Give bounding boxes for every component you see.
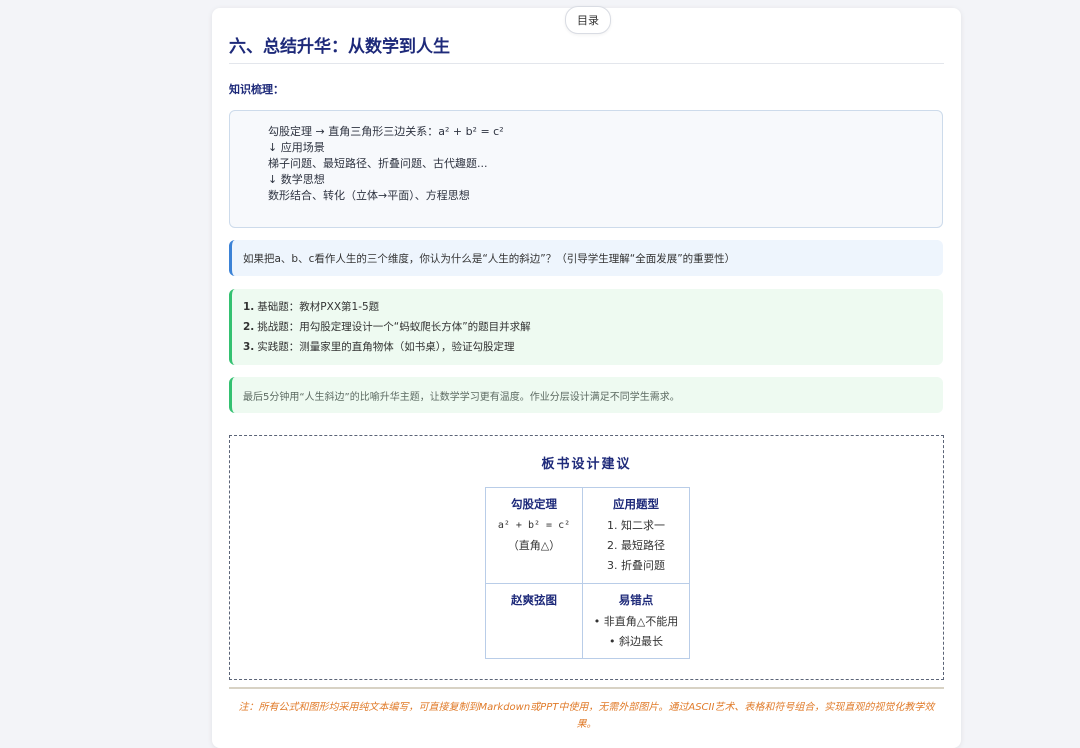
section-title: 六、总结升华：从数学到人生 [229, 37, 450, 57]
homework-callout: 1. 基础题：教材PXX第1-5题 2. 挑战题：用勾股定理设计一个“蚂蚁爬长方体”… [229, 289, 943, 365]
board-table: 勾股定理 a² + b² = c² （直角△） 应用题型 1. 知二求一 2. … [485, 487, 690, 659]
cell-line: （直角△） [507, 539, 561, 552]
homework-number: 3. [243, 341, 255, 353]
homework-number: 1. [243, 301, 255, 313]
board-cell-pitfalls: 易错点 • 非直角△不能用 • 斜边最长 [583, 592, 689, 652]
mindmap-line: 梯子问题、最短路径、折叠问题、古代趣题... [268, 157, 488, 170]
teacher-note-callout: 最后5分钟用“人生斜边”的比喻升华主题，让数学学习更有温度。作业分层设计满足不同… [229, 377, 943, 413]
homework-number: 2. [243, 321, 255, 333]
homework-item: 2. 挑战题：用勾股定理设计一个“蚂蚁爬长方体”的题目并求解 [243, 319, 943, 339]
cell-line: 1. 知二求一 [607, 519, 665, 532]
board-title: 板书设计建议 [541, 457, 632, 472]
mindmap-line: 勾股定理 → 直角三角形三边关系：a² + b² = c² [268, 125, 504, 138]
footer-note: 注：所有公式和图形均采用纯文本编写，可直接复制到Markdown或PPT中使用，… [238, 702, 935, 730]
cell-line: • 非直角△不能用 [593, 615, 679, 628]
cell-heading: 赵爽弦图 [511, 593, 557, 607]
reflection-callout: 如果把a、b、c看作人生的三个维度，你认为什么是“人生的斜边”？（引导学生理解“… [229, 240, 943, 276]
cell-heading: 应用题型 [613, 497, 659, 511]
teacher-note-text: 最后5分钟用“人生斜边”的比喻升华主题，让数学学习更有温度。作业分层设计满足不同… [243, 391, 680, 403]
reflection-text: 如果把a、b、c看作人生的三个维度，你认为什么是“人生的斜边”？（引导学生理解“… [243, 252, 736, 265]
knowledge-label: 知识梳理： [229, 83, 284, 96]
toc-button[interactable]: 目录 [565, 6, 611, 34]
mindmap-line: 数形结合、转化（立体→平面）、方程思想 [268, 189, 470, 202]
cell-heading: 勾股定理 [511, 497, 557, 511]
knowledge-mindmap: 勾股定理 → 直角三角形三边关系：a² + b² = c² ↓ 应用场景 梯子问… [229, 110, 943, 228]
board-cell-applications: 应用题型 1. 知二求一 2. 最短路径 3. 折叠问题 [583, 496, 689, 576]
cell-line: 2. 最短路径 [607, 539, 665, 552]
board-cell-diagram: 赵爽弦图 [486, 592, 582, 612]
title-divider [229, 63, 944, 64]
homework-text: 挑战题：用勾股定理设计一个“蚂蚁爬长方体”的题目并求解 [257, 321, 531, 333]
mindmap-line: ↓ 数学思想 [268, 173, 325, 186]
board-cell-formula: 勾股定理 a² + b² = c² （直角△） [486, 496, 582, 556]
cell-line: • 斜边最长 [609, 635, 663, 648]
homework-item: 3. 实践题：测量家里的直角物体（如书桌），验证勾股定理 [243, 339, 943, 359]
homework-item: 1. 基础题：教材PXX第1-5题 [243, 299, 943, 319]
board-design-box: 板书设计建议 勾股定理 a² + b² = c² （直角△） 应用题型 1. 知… [229, 435, 944, 680]
footer-divider [229, 687, 944, 689]
homework-text: 基础题：教材PXX第1-5题 [257, 301, 380, 313]
mindmap-line: ↓ 应用场景 [268, 141, 325, 154]
cell-heading: 易错点 [618, 593, 654, 607]
homework-text: 实践题：测量家里的直角物体（如书桌），验证勾股定理 [257, 341, 515, 353]
table-divider [486, 583, 689, 584]
cell-line: 3. 折叠问题 [607, 559, 665, 572]
cell-line: a² + b² = c² [497, 520, 571, 531]
